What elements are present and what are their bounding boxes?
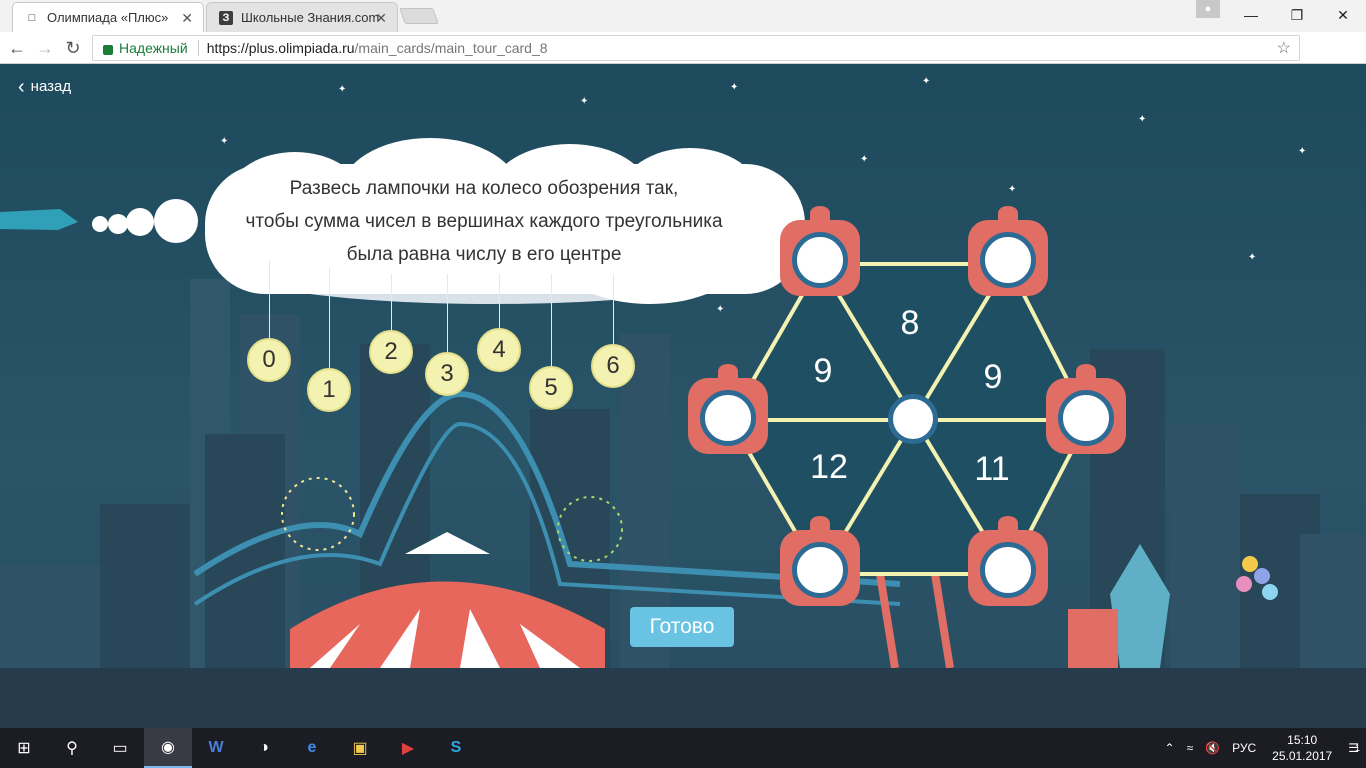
pod-cap xyxy=(810,206,830,220)
pod-slot-bottom-right xyxy=(966,516,1050,612)
back-arrow-icon[interactable]: ← xyxy=(6,37,28,59)
pod-slot-top-right xyxy=(966,206,1050,302)
windows-start-icon[interactable]: ⊞ xyxy=(0,728,48,768)
network-icon[interactable]: ≈ xyxy=(1187,741,1194,755)
word-icon[interactable]: W xyxy=(192,728,240,768)
address-bar[interactable]: Надежный https://plus.olimpiada.ru/main_… xyxy=(92,35,1300,61)
minimize-icon[interactable]: — xyxy=(1228,0,1274,30)
notification-count: 1 xyxy=(1354,743,1360,753)
tab-strip: □ Олимпиада «Плюс» ✕ З Школьные Знания.c… xyxy=(0,0,1366,32)
profile-icon[interactable]: ● xyxy=(1196,0,1220,18)
pdf-reader-icon[interactable]: ▶ xyxy=(384,728,432,768)
triangle-sum-top: 8 xyxy=(900,304,920,342)
system-tray: ⌃ ≈ 🔇 РУС 15:10 25.01.2017 ☰ 1 xyxy=(1159,728,1366,768)
task-view-icon[interactable]: ▭ xyxy=(96,728,144,768)
done-button[interactable]: Готово xyxy=(630,607,734,647)
bulb-drop-slot[interactable] xyxy=(980,542,1036,598)
triangle-sum-upper-right: 9 xyxy=(983,358,1003,396)
close-window-icon[interactable]: ✕ xyxy=(1320,0,1366,30)
close-tab-icon[interactable]: ✕ xyxy=(375,10,387,27)
divider xyxy=(197,40,199,56)
tab-olimpiada[interactable]: □ Олимпиада «Плюс» ✕ xyxy=(12,2,204,32)
chevron-up-icon[interactable]: ⌃ xyxy=(1165,741,1175,755)
chrome-icon[interactable]: ◉ xyxy=(144,728,192,768)
page-icon: □ xyxy=(28,11,36,24)
browser-toolbar: ← → ↻ Надежный https://plus.olimpiada.ru… xyxy=(0,32,1366,89)
date: 25.01.2017 xyxy=(1272,749,1333,763)
edge-icon[interactable]: e xyxy=(288,728,336,768)
game-page: ✦ ✦ ✦ ✦ ✦ ✦ ✦ ✦ ✦ ✦ ✦ ‹ назад Развесь ла… xyxy=(0,64,1366,728)
pod-cap xyxy=(1076,364,1096,378)
forward-arrow-icon[interactable]: → xyxy=(34,37,56,59)
pod-cap xyxy=(998,516,1018,530)
clock[interactable]: 15:10 25.01.2017 xyxy=(1272,732,1332,764)
window-controls: — ❐ ✕ xyxy=(1228,0,1366,32)
bulb-drop-slot[interactable] xyxy=(792,232,848,288)
paint-icon[interactable]: ◑ xyxy=(240,728,288,768)
tab-title: Школьные Знания.com xyxy=(241,10,380,25)
bulb-drop-slot[interactable] xyxy=(980,232,1036,288)
skype-icon[interactable]: S xyxy=(432,728,480,768)
file-explorer-icon[interactable]: ▣ xyxy=(336,728,384,768)
secure-label: Надежный xyxy=(119,40,188,56)
close-tab-icon[interactable]: ✕ xyxy=(181,10,193,27)
restore-icon[interactable]: ❐ xyxy=(1274,0,1320,30)
bulb-drop-slot[interactable] xyxy=(1058,390,1114,446)
url-path: /main_cards/main_tour_card_8 xyxy=(354,40,548,56)
search-icon[interactable]: ⚲ xyxy=(48,728,96,768)
pod-cap xyxy=(998,206,1018,220)
pod-cap xyxy=(810,516,830,530)
bookmark-star-icon[interactable]: ☆ xyxy=(1277,38,1291,58)
pod-cap xyxy=(718,364,738,378)
volume-muted-icon[interactable]: 🔇 xyxy=(1205,741,1220,755)
triangle-sum-upper-left: 9 xyxy=(813,352,833,390)
pod-slot-top-left xyxy=(778,206,862,302)
center-bulb-drop-slot[interactable] xyxy=(888,394,938,444)
bulb-drop-slot[interactable] xyxy=(792,542,848,598)
tab-znania[interactable]: З Школьные Знания.com ✕ xyxy=(206,2,398,32)
language-indicator[interactable]: РУС xyxy=(1232,741,1256,755)
reload-icon[interactable]: ↻ xyxy=(62,37,84,59)
pod-slot-right xyxy=(1044,364,1128,460)
url-host: https://plus.olimpiada.ru xyxy=(206,40,355,56)
pod-slot-left xyxy=(686,364,770,460)
bulb-drop-slot[interactable] xyxy=(700,390,756,446)
lock-icon xyxy=(103,45,113,55)
taskbar: ⊞ ⚲ ▭ ◉ W ◑ e ▣ ▶ S ⌃ ≈ 🔇 РУС 15:10 25.0… xyxy=(0,728,1366,768)
time: 15:10 xyxy=(1287,733,1318,747)
tab-title: Олимпиада «Плюс» xyxy=(47,10,169,25)
znania-icon: З xyxy=(219,10,233,25)
triangle-sum-lower-left: 12 xyxy=(810,448,848,486)
pod-slot-bottom-left xyxy=(778,516,862,612)
triangle-sum-lower-right: 11 xyxy=(974,450,1010,488)
new-tab-button[interactable] xyxy=(399,8,439,24)
